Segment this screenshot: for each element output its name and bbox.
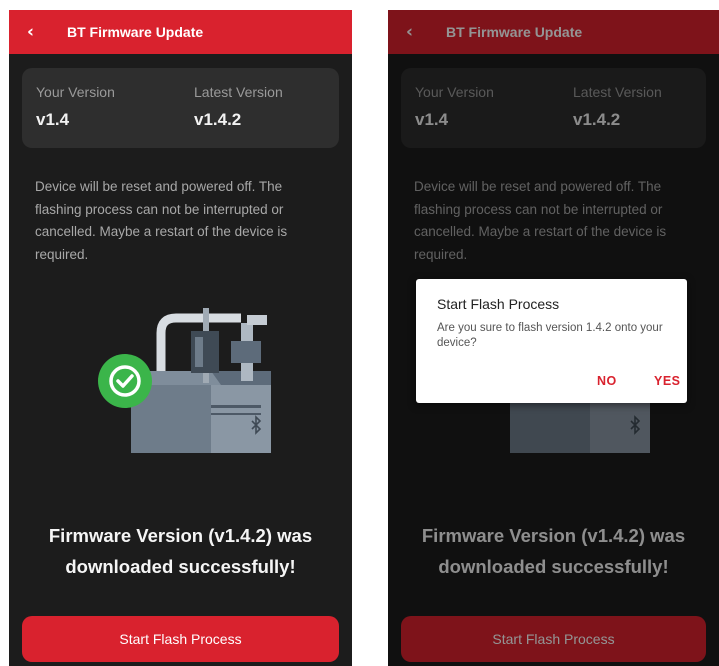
yes-button[interactable]: YES (654, 374, 681, 388)
check-circle-icon (98, 354, 152, 408)
confirm-dialog: Start Flash Process Are you sure to flas… (416, 279, 687, 403)
latest-version-label: Latest Version (194, 84, 283, 100)
start-flash-button[interactable]: Start Flash Process (22, 616, 339, 662)
dialog-message: Are you sure to flash version 1.4.2 onto… (437, 322, 663, 349)
info-text: Device will be reset and powered off. Th… (35, 179, 288, 262)
phone-screen-right: ‹ BT Firmware Update Your Version v1.4 L… (388, 10, 719, 666)
your-version: Your Version v1.4 (36, 84, 115, 130)
success-line-1: Firmware Version (v1.4.2) was (48, 525, 313, 546)
device-illustration (98, 308, 271, 453)
latest-version-value: v1.4.2 (194, 110, 242, 129)
phone-screen-left: ‹ BT Firmware Update Your Version v1.4 L… (9, 10, 352, 666)
dialog-title: Start Flash Process (437, 296, 560, 312)
latest-version: Latest Version v1.4.2 (194, 84, 283, 130)
app-bar: ‹ BT Firmware Update (9, 10, 352, 54)
success-line-2: downloaded successfully! (65, 556, 296, 577)
success-message: Firmware Version (v1.4.2) was downloaded… (9, 520, 352, 582)
page-title: BT Firmware Update (67, 24, 204, 40)
your-version-value: v1.4 (36, 110, 70, 129)
no-button[interactable]: NO (597, 374, 617, 388)
your-version-label: Your Version (36, 84, 115, 100)
chevron-left-icon[interactable]: ‹ (27, 22, 47, 42)
version-card: Your Version v1.4 Latest Version v1.4.2 (22, 68, 339, 148)
